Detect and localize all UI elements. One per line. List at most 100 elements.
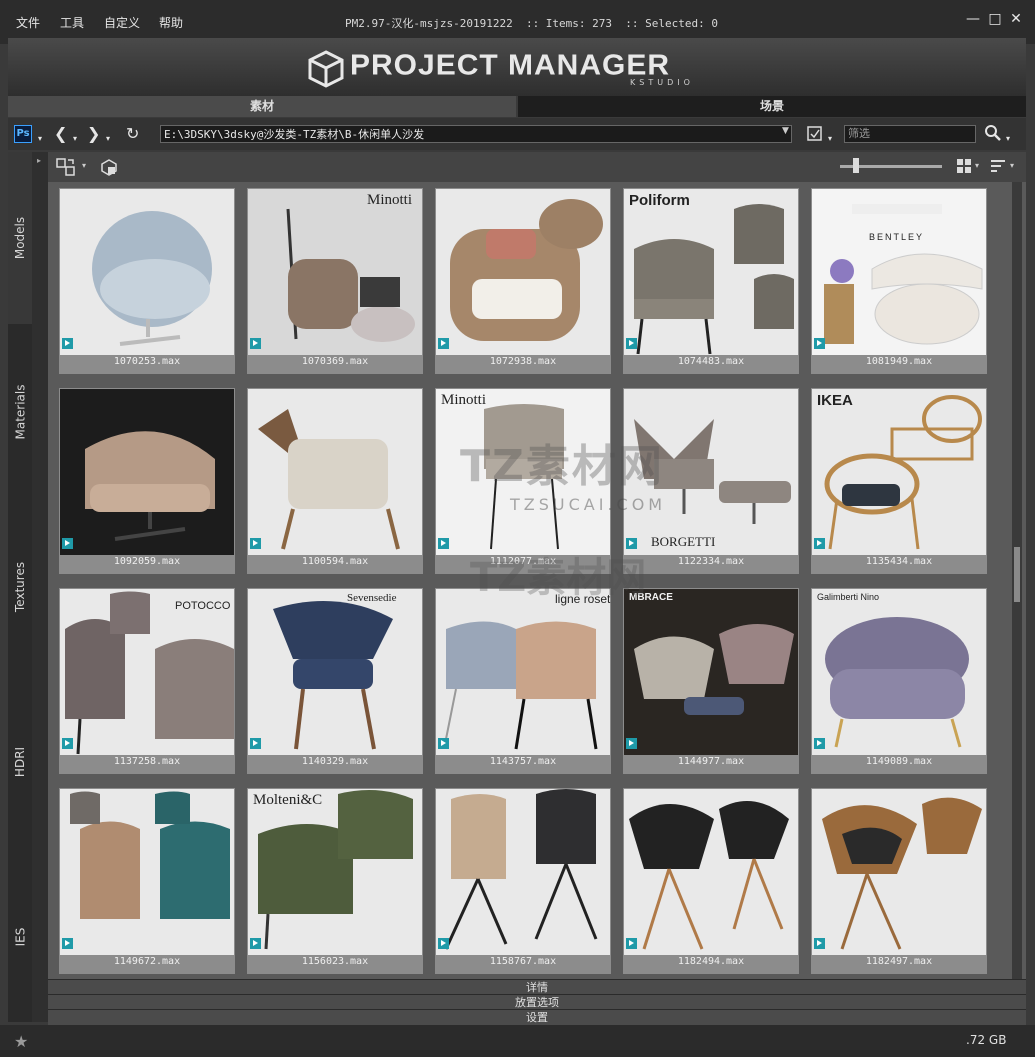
file-name: 1140329.max — [301, 756, 369, 767]
vertical-scrollbar[interactable] — [1012, 182, 1022, 979]
3dsmax-icon — [626, 338, 637, 349]
asset-item-1081949[interactable]: BENTLEY 1081949.max — [811, 188, 987, 374]
chevron-down-icon[interactable]: ▾ — [828, 130, 832, 148]
thumbnail-image — [436, 189, 610, 355]
refresh-icon[interactable]: ↻ — [126, 125, 139, 143]
file-name: 1158767.max — [489, 956, 557, 967]
side-tab-hdri[interactable]: HDRI — [8, 677, 32, 847]
filter-input[interactable]: 筛选 — [844, 125, 976, 143]
asset-item-1144977[interactable]: MBRACE 1144977.max — [623, 588, 799, 774]
chevron-down-icon[interactable]: ▾ — [38, 130, 42, 148]
asset-item-1149672[interactable]: 1149672.max — [59, 788, 235, 974]
side-tab-ies[interactable]: IES — [8, 852, 32, 1022]
asset-type-icon[interactable] — [100, 158, 118, 180]
search-icon[interactable] — [984, 124, 1002, 146]
thumbnail-image — [812, 189, 986, 355]
asset-item-1143757[interactable]: ligne roset 1143757.max — [435, 588, 611, 774]
tab-scenes[interactable]: 场景 — [518, 96, 1026, 117]
asset-item-1092059[interactable]: 1092059.max — [59, 388, 235, 574]
brand-label: IKEA — [817, 392, 853, 409]
menu-help[interactable]: 帮助 — [159, 14, 183, 31]
cube-logo-icon — [308, 50, 344, 88]
app-subtitle: KSTUDIO — [630, 78, 694, 87]
menu-customize[interactable]: 自定义 — [104, 14, 140, 31]
panel-placement-options[interactable]: 放置选项 — [48, 994, 1026, 1010]
side-tab-label: Models — [13, 216, 27, 260]
chevron-down-icon[interactable]: ▾ — [975, 161, 979, 170]
file-name: 1143757.max — [489, 756, 557, 767]
chevron-down-icon[interactable]: ▾ — [106, 130, 110, 148]
thumbnail-image — [436, 589, 610, 755]
3dsmax-icon — [250, 938, 261, 949]
side-tab-materials[interactable]: Materials — [8, 327, 32, 497]
file-name: 1092059.max — [113, 556, 181, 567]
side-tab-models[interactable]: Models — [8, 152, 32, 324]
path-dropdown-icon[interactable]: ▼ — [782, 126, 789, 136]
asset-item-1070369[interactable]: Minotti 1070369.max — [247, 188, 423, 374]
forward-arrow-icon[interactable]: ❯ — [87, 125, 100, 143]
panel-settings[interactable]: 设置 — [48, 1009, 1026, 1025]
asset-item-1182497[interactable]: 1182497.max — [811, 788, 987, 974]
maximize-button[interactable]: □ — [988, 12, 1002, 26]
3dsmax-icon — [626, 738, 637, 749]
app-logo: PROJECT MANAGER KSTUDIO — [308, 50, 690, 92]
minimize-button[interactable]: — — [966, 12, 980, 26]
file-name: 1074483.max — [677, 356, 745, 367]
file-name: 1135434.max — [865, 556, 933, 567]
asset-item-1100594[interactable]: 1100594.max — [247, 388, 423, 574]
brand-label: BORGETTI — [651, 534, 716, 549]
file-name: 1100594.max — [301, 556, 369, 567]
app-banner: PROJECT MANAGER KSTUDIO — [8, 38, 1026, 96]
thumbnail-image — [624, 189, 798, 355]
collapse-arrow-icon[interactable]: ▸ — [37, 156, 41, 165]
checklist-icon[interactable] — [806, 125, 824, 147]
3dsmax-icon — [814, 538, 825, 549]
asset-item-1182494[interactable]: 1182494.max — [623, 788, 799, 974]
3dsmax-icon — [814, 738, 825, 749]
path-toolbar: Ps ▾ ❮ ▾ ❯ ▾ ↻ E:\3DSKY\3dsky@沙发类-TZ素材\B… — [8, 118, 1026, 150]
star-icon[interactable]: ★ — [14, 1032, 28, 1051]
slider-handle[interactable] — [853, 158, 859, 173]
asset-item-1072938[interactable]: 1072938.max — [435, 188, 611, 374]
panel-details[interactable]: 详情 — [48, 979, 1026, 995]
asset-item-1070253[interactable]: 1070253.max — [59, 188, 235, 374]
asset-item-1135434[interactable]: IKEA 1135434.max — [811, 388, 987, 574]
3dsmax-icon — [438, 538, 449, 549]
file-name: 1156023.max — [301, 956, 369, 967]
asset-item-1074483[interactable]: Poliform 1074483.max — [623, 188, 799, 374]
thumbnail-image — [624, 589, 798, 755]
side-tab-label: Textures — [13, 561, 27, 613]
side-tab-textures[interactable]: Textures — [8, 502, 32, 672]
asset-item-1149089[interactable]: Galimberti Nino 1149089.max — [811, 588, 987, 774]
photoshop-icon[interactable]: Ps — [14, 125, 32, 143]
thumbnail-image — [812, 789, 986, 955]
scrollbar-thumb[interactable] — [1014, 547, 1020, 602]
chevron-down-icon[interactable]: ▾ — [73, 130, 77, 148]
menu-file[interactable]: 文件 — [16, 14, 40, 31]
close-button[interactable]: ✕ — [1009, 12, 1023, 26]
menu-tools[interactable]: 工具 — [60, 14, 84, 31]
sync-icon[interactable] — [56, 157, 78, 181]
thumbnail-image — [60, 589, 234, 755]
watermark-text: TZ素材网 — [470, 555, 647, 601]
file-name: 1144977.max — [677, 756, 745, 767]
file-name: 1149089.max — [865, 756, 933, 767]
asset-item-1140329[interactable]: Sevensedie 1140329.max — [247, 588, 423, 774]
thumbnail-image — [248, 389, 422, 555]
chevron-down-icon[interactable]: ▾ — [1010, 161, 1014, 170]
path-input[interactable]: E:\3DSKY\3dsky@沙发类-TZ素材\B-休闲单人沙发 — [160, 125, 792, 143]
file-name: 1182497.max — [865, 956, 933, 967]
status-bar: ★ .72 GB — [0, 1025, 1035, 1057]
back-arrow-icon[interactable]: ❮ — [54, 125, 67, 143]
3dsmax-icon — [62, 738, 73, 749]
grid-view-icon[interactable] — [956, 158, 972, 178]
file-name: 1122334.max — [677, 556, 745, 567]
tab-assets[interactable]: 素材 — [8, 96, 516, 117]
sort-icon[interactable] — [990, 158, 1006, 178]
asset-item-1158767[interactable]: 1158767.max — [435, 788, 611, 974]
asset-item-1137258[interactable]: POTOCCO 1137258.max — [59, 588, 235, 774]
asset-item-1156023[interactable]: Molteni&C 1156023.max — [247, 788, 423, 974]
chevron-down-icon[interactable]: ▾ — [82, 161, 86, 170]
side-tab-label: HDRI — [13, 746, 28, 778]
chevron-down-icon[interactable]: ▾ — [1006, 130, 1010, 148]
